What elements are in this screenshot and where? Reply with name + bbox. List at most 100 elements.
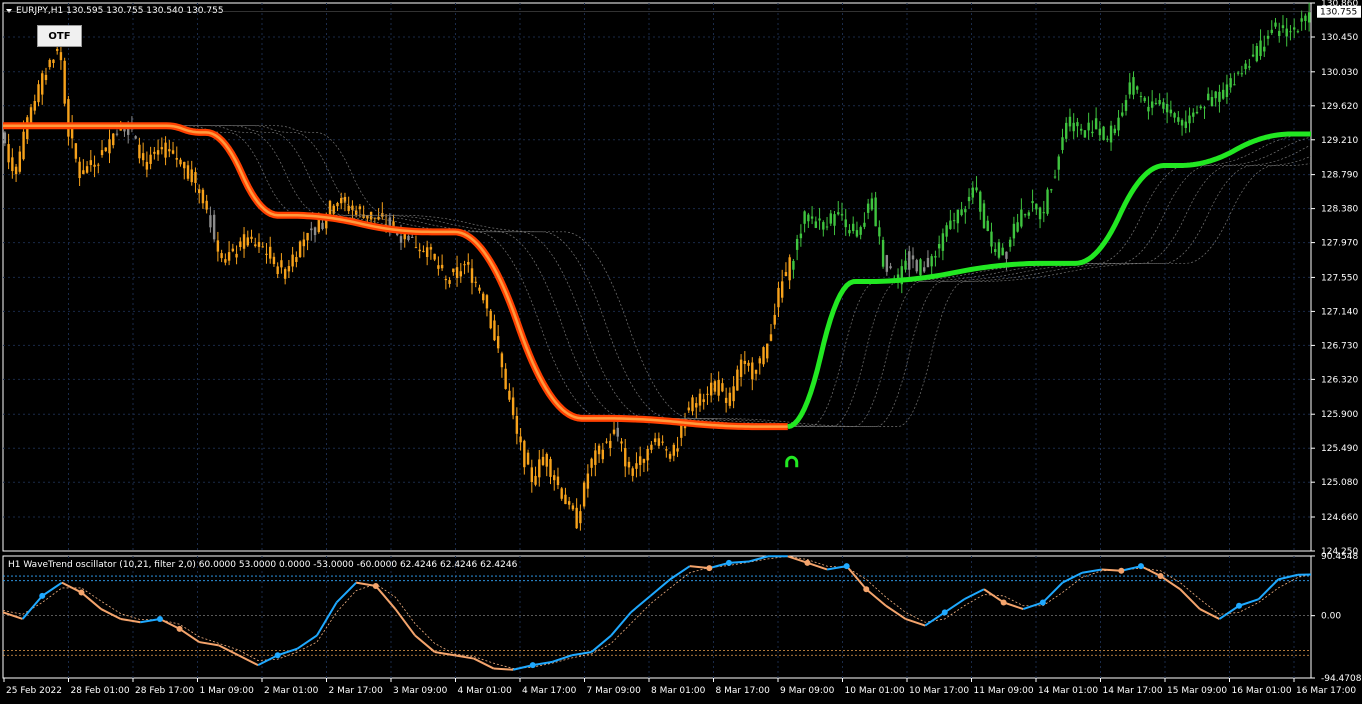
candle-body	[945, 225, 947, 236]
candle-body	[632, 468, 634, 476]
x-tick-label: 25 Feb 2022	[6, 686, 62, 696]
candle-body	[437, 265, 439, 269]
candle-body	[661, 442, 663, 443]
candle-body	[874, 198, 876, 227]
chart-canvas[interactable]: EURJPY,H1 130.595 130.755 130.540 130.75…	[0, 0, 1362, 700]
candle-body	[1129, 82, 1131, 94]
candle-body	[1058, 156, 1060, 169]
candle-body	[706, 394, 708, 395]
y-tick-label: 126.730	[1321, 341, 1358, 351]
candle-body	[699, 394, 701, 406]
candle-body	[433, 254, 435, 260]
candle-body	[445, 279, 447, 280]
candle-body	[1140, 96, 1142, 97]
candle-body	[732, 386, 734, 401]
candle-body	[153, 152, 155, 154]
x-tick-label: 14 Mar 17:00	[1103, 686, 1163, 696]
x-tick-label: 2 Mar 01:00	[264, 686, 319, 696]
candle-body	[942, 233, 944, 251]
candle-body	[1177, 117, 1179, 122]
candle-body	[1039, 208, 1041, 220]
candle-body	[957, 210, 959, 224]
candle-body	[1001, 248, 1003, 256]
candle-body	[187, 165, 189, 178]
candle-body	[41, 73, 43, 94]
cross-dot	[78, 590, 84, 596]
candle-body	[680, 425, 682, 438]
candle-body	[710, 383, 712, 396]
candle-body	[280, 260, 282, 267]
candle-body	[766, 344, 768, 359]
candle-body	[202, 190, 204, 204]
candle-body	[1125, 100, 1127, 111]
candle-body	[60, 52, 62, 60]
cross-dot	[373, 583, 379, 589]
candle-body	[262, 246, 264, 247]
candle-body	[534, 476, 536, 485]
candle-body	[482, 294, 484, 301]
candle-body	[224, 259, 226, 263]
candle-body	[164, 143, 166, 158]
candle-body	[863, 223, 865, 227]
candle-body	[1226, 84, 1228, 97]
candle-body	[613, 430, 615, 434]
chart-window: EURJPY,H1 130.595 130.755 130.540 130.75…	[0, 0, 1362, 700]
otf-button[interactable]: OTF	[37, 25, 82, 47]
candle-body	[1222, 90, 1224, 99]
candle-body	[930, 256, 932, 266]
candle-body	[93, 165, 95, 167]
candle-body	[276, 266, 278, 274]
candle-body	[886, 255, 888, 272]
candle-body	[1158, 100, 1160, 104]
candle-body	[1192, 113, 1194, 117]
candle-body	[1252, 55, 1254, 57]
candle-body	[411, 237, 413, 238]
candle-body	[295, 257, 297, 262]
candle-body	[542, 457, 544, 465]
cross-dot	[157, 616, 163, 622]
candle-body	[448, 280, 450, 284]
candle-body	[673, 445, 675, 456]
candle-body	[1117, 118, 1119, 131]
candle-body	[744, 361, 746, 364]
candle-body	[329, 201, 331, 214]
candle-body	[725, 398, 727, 403]
candle-body	[1188, 116, 1190, 124]
candle-body	[1016, 222, 1018, 231]
candle-body	[953, 220, 955, 221]
candle-body	[1005, 252, 1007, 259]
candle-body	[359, 206, 361, 209]
candle-body	[602, 450, 604, 460]
candle-body	[37, 84, 39, 102]
candle-body	[1084, 130, 1086, 137]
candle-body	[987, 221, 989, 231]
candle-body	[781, 281, 783, 297]
candle-body	[299, 241, 301, 257]
candle-body	[923, 267, 925, 271]
candle-body	[228, 252, 230, 261]
candle-body	[736, 370, 738, 391]
candle-body	[1233, 84, 1235, 85]
candle-body	[1271, 30, 1273, 33]
x-tick-label: 10 Mar 01:00	[845, 686, 905, 696]
candle-body	[1229, 78, 1231, 87]
candle-body	[1173, 113, 1175, 118]
candle-body	[97, 165, 99, 166]
candle-body	[557, 477, 559, 485]
candle-body	[796, 239, 798, 250]
candle-body	[142, 153, 144, 160]
candle-body	[639, 456, 641, 465]
candle-body	[628, 462, 630, 468]
candle-body	[564, 495, 566, 504]
candle-body	[1256, 46, 1258, 61]
candle-body	[75, 143, 77, 158]
candle-body	[1218, 92, 1220, 102]
candle-body	[572, 505, 574, 509]
candle-body	[250, 237, 252, 239]
candle-body	[1289, 31, 1291, 32]
candle-body	[968, 197, 970, 201]
candle-body	[1091, 132, 1093, 133]
x-tick-label: 16 Mar 01:00	[1232, 686, 1292, 696]
candle-body	[1244, 64, 1246, 70]
x-tick-label: 16 Mar 17:00	[1296, 686, 1356, 696]
